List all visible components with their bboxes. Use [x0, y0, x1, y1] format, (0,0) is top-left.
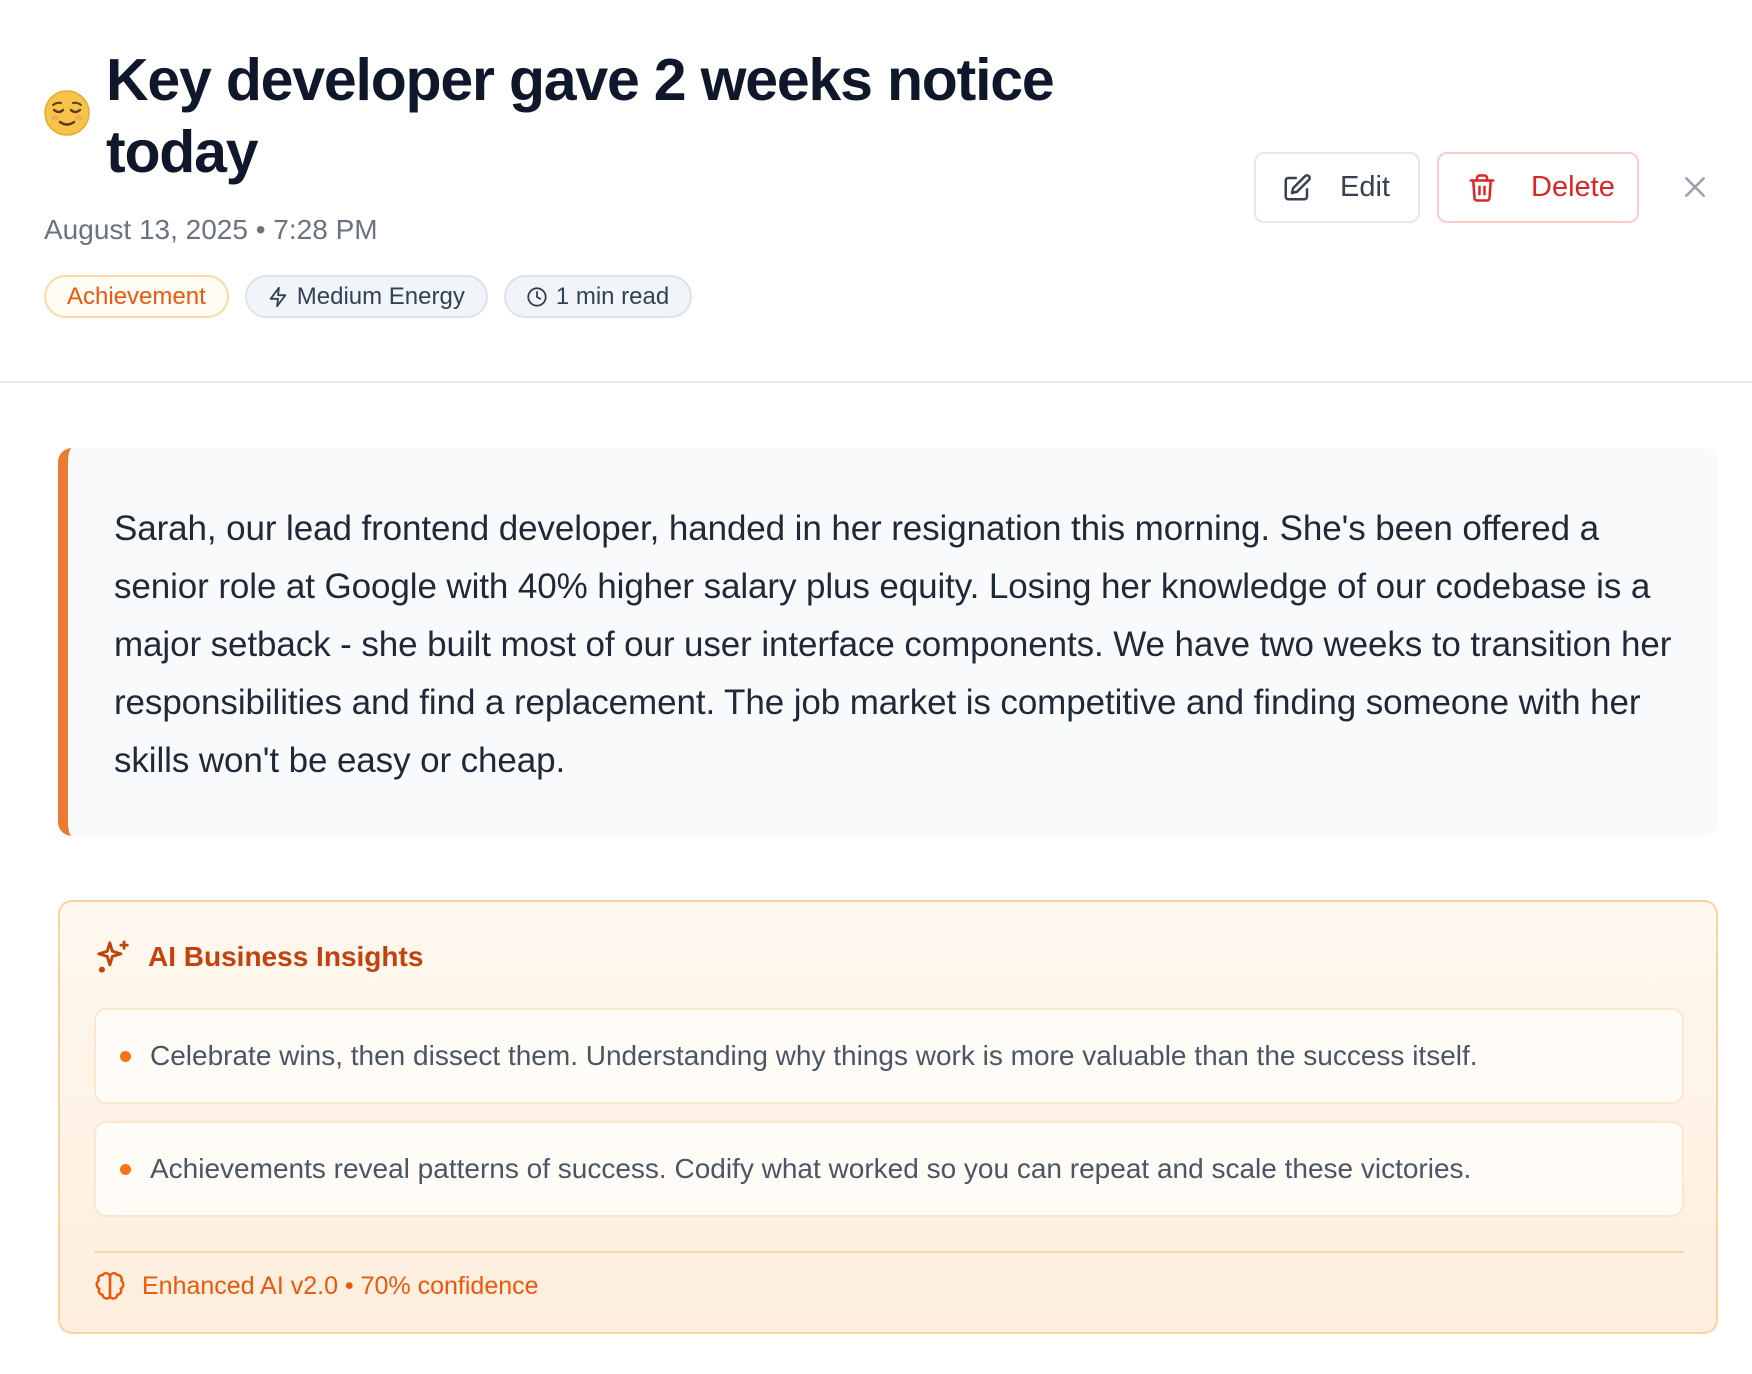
- ai-model-confidence: Enhanced AI v2.0 • 70% confidence: [142, 1271, 539, 1300]
- edit-button-label: Edit: [1340, 171, 1390, 203]
- clock-icon: [527, 286, 547, 307]
- read-time-tag-label: 1 min read: [555, 282, 670, 310]
- tag-list: Achievement Medium Energy 1 min read: [44, 275, 693, 318]
- category-tag: Achievement: [44, 275, 229, 318]
- insight-text: Achievements reveal patterns of success.…: [150, 1153, 1472, 1184]
- ai-insights-panel: AI Business Insights Celebrate wins, the…: [58, 900, 1718, 1334]
- insight-item: Achievements reveal patterns of success.…: [94, 1121, 1684, 1217]
- pencil-square-icon: [1284, 173, 1311, 200]
- bullet-dot: [120, 1163, 131, 1175]
- close-button[interactable]: [1678, 170, 1712, 204]
- energy-tag-label: Medium Energy: [296, 282, 465, 310]
- delete-button[interactable]: Delete: [1437, 152, 1639, 223]
- brain-icon: [95, 1272, 125, 1300]
- entry-body-text: Sarah, our lead frontend developer, hand…: [114, 509, 1672, 780]
- bullet-dot: [120, 1050, 131, 1062]
- delete-button-label: Delete: [1531, 171, 1615, 203]
- trash-icon: [1469, 173, 1495, 202]
- entry-title: Key developer gave 2 weeks notice today: [106, 47, 1055, 185]
- relieved-face-emoji-icon: [44, 90, 90, 136]
- read-time-tag: 1 min read: [503, 275, 693, 318]
- lightning-icon: [269, 286, 286, 307]
- entry-body-card: Sarah, our lead frontend developer, hand…: [58, 448, 1718, 836]
- entry-timestamp: August 13, 2025 • 7:28 PM: [44, 214, 378, 245]
- ai-insights-footer: Enhanced AI v2.0 • 70% confidence: [94, 1270, 539, 1302]
- category-tag-label: Achievement: [67, 282, 206, 310]
- entry-header: Key developer gave 2 weeks notice today …: [0, 0, 1752, 383]
- insights-divider: [94, 1251, 1684, 1253]
- ai-insights-header: AI Business Insights: [94, 938, 423, 976]
- sparkles-icon: [97, 940, 129, 973]
- ai-insights-title: AI Business Insights: [148, 941, 424, 972]
- energy-tag: Medium Energy: [244, 275, 488, 318]
- insight-text: Celebrate wins, then dissect them. Under…: [150, 1040, 1478, 1071]
- edit-button[interactable]: Edit: [1254, 152, 1420, 223]
- insight-item: Celebrate wins, then dissect them. Under…: [94, 1008, 1684, 1104]
- close-icon: [1685, 177, 1705, 197]
